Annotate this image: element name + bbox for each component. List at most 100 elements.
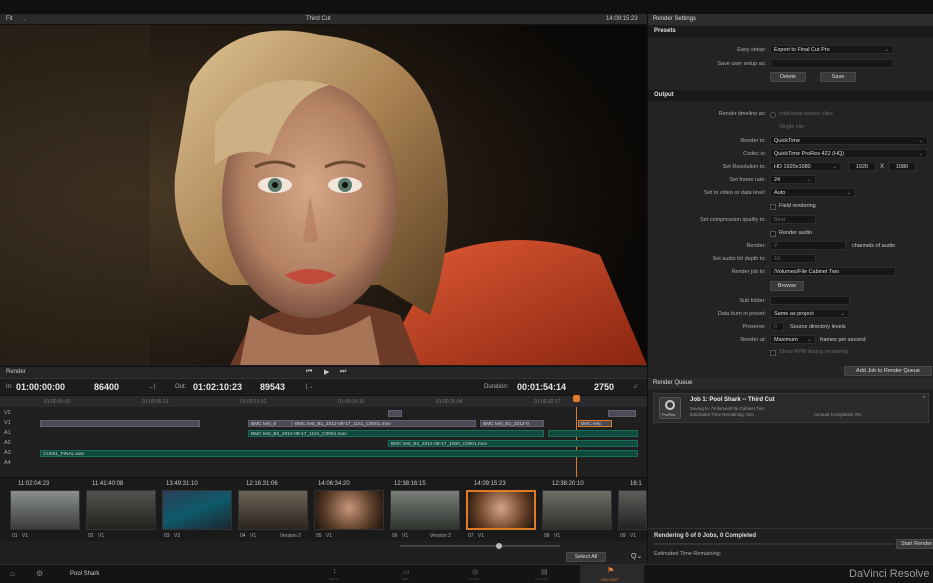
timecode-bar: In: 01:00:00:00 86400 →| Out: 01:02:10:2… [0,378,647,395]
in-label: In: [6,384,13,390]
gear-icon[interactable]: ⚙ [36,569,43,578]
preserve-input[interactable]: 0 [770,322,784,331]
clip-thumbnail[interactable] [390,490,460,530]
fit-dropdown[interactable]: Fit [6,16,13,22]
compression-label: Set compression quality to: [699,217,766,223]
fps-label: frames per second [820,337,866,343]
audio-channels-input[interactable]: 2 [770,241,846,250]
selected-video-clip[interactable]: BMC test [578,420,612,427]
clip-thumbnail[interactable] [86,490,156,530]
thumb-number: 02 [88,533,94,539]
thumb-number: 05 [316,533,322,539]
video-level-select[interactable]: Auto ⌄ [770,188,856,197]
compression-select[interactable]: Best [770,215,816,224]
video-clip[interactable]: BMC test_B1_2012-08-17_1141_C0001.mov [292,420,476,427]
title-strip [0,0,933,14]
burn-in-select[interactable]: Same as project ⌄ [770,309,850,318]
video-viewer[interactable] [0,25,647,365]
chevron-down-icon: ⌄ [918,151,923,157]
browse-button[interactable]: Browse [770,281,804,291]
out-timecode[interactable]: 01:02:10:23 [193,382,242,392]
single-clip-label[interactable]: Single clip [779,124,804,130]
timeline-ruler[interactable]: 01:00:00:00 01:00:06:13 01:00:13:02 01:0… [0,395,647,407]
out-label: Out: [175,384,187,390]
start-render-button[interactable]: Start Render [896,539,933,549]
gallery-page-button[interactable]: ▤ GALLERY [533,567,559,581]
media-page-button[interactable]: ↕ MEDIA [326,567,348,581]
resolution-select[interactable]: HD 1920x1080 ⌄ [770,162,842,171]
video-clip[interactable] [388,410,402,417]
field-rendering-checkbox[interactable] [770,204,776,210]
easy-setup-select[interactable]: Export to Final Cut Pro ⌄ [770,45,894,54]
clip-thumbnail[interactable] [542,490,612,530]
chevron-down-icon[interactable]: ⌄ [22,16,27,23]
render-to-label: Render to: [740,138,766,144]
thumb-timecode: 12:16:31:06 [246,481,278,487]
next-frame-icon[interactable]: ⏭ [340,368,346,376]
playhead-marker[interactable] [573,395,580,402]
preserve-label: Preserve: [742,324,766,330]
individual-clips-radio[interactable] [770,112,776,118]
selected-clip-thumbnail[interactable] [466,490,536,530]
edit-page-button[interactable]: ▭ EDIT [397,567,419,581]
zoom-slider-handle[interactable] [496,543,502,549]
codec-select[interactable]: QuickTime ProRes 422 (HQ) ⌄ [770,149,928,158]
app-window: Fit ⌄ Third Cut 14:09:15:23 Render Setti… [0,0,933,583]
select-all-button[interactable]: Select All [566,552,606,562]
clip-thumbnail[interactable] [10,490,80,530]
timeline-name[interactable]: Third Cut [306,16,331,22]
audio-clip[interactable]: BMC test_B1_2012-08-17_1141_C0001.mov [248,430,544,437]
clip-thumbnail[interactable] [314,490,384,530]
video-clip[interactable]: BMC test_B1_2012-0 [480,420,544,427]
ruler-tick: 01:00:13:02 [240,399,267,405]
chevron-down-icon: ⌄ [840,311,845,317]
video-clip[interactable]: BMC test_8 [248,420,292,427]
audio-clip[interactable]: CU001_FINAL.wav [40,450,638,457]
video-clip[interactable] [40,420,200,427]
audio-clip[interactable] [548,430,638,437]
search-icon[interactable]: Q⌄ [631,552,642,560]
audio-clip[interactable]: BMC test_B1_2012-08-17_1000_C0001.mov [388,440,638,447]
prev-frame-icon[interactable]: ⏮ [306,368,312,376]
render-audio-checkbox[interactable] [770,231,776,237]
in-timecode[interactable]: 01:00:00:00 [16,382,65,392]
add-job-button[interactable]: Add Job to Render Queue [844,366,932,376]
home-icon[interactable]: ⌂ [10,569,15,578]
mark-out-icon[interactable]: |→ [306,384,314,390]
mark-in-icon[interactable]: →| [148,384,156,390]
clip-thumbnail[interactable] [162,490,232,530]
audio-note-icon[interactable]: ♫ [633,384,638,390]
deliver-page-button[interactable]: ⚑ DELIVER [580,565,644,583]
zoom-slider[interactable] [400,545,560,547]
show-rpm-label: Show RPM during rendering [779,349,849,355]
sub-folder-input[interactable] [770,296,850,305]
chevron-down-icon: ⌄ [807,337,812,343]
output-header[interactable]: Output [648,90,933,101]
close-icon[interactable]: × [922,395,926,401]
presets-header[interactable]: Presets [648,26,933,37]
show-rpm-checkbox[interactable] [770,350,776,356]
play-icon[interactable]: ▶ [324,368,329,376]
render-status: Rendering 0 of 0 Jobs, 0 Completed [654,533,757,539]
clip-thumbnail[interactable] [618,490,647,530]
video-clip[interactable] [608,410,636,417]
resolution-width-input[interactable]: 1920 [848,162,876,171]
mode-dropdown[interactable]: Render [6,369,26,375]
frame-rate-label: Set frame rate: [729,177,766,183]
save-button[interactable]: Save [820,72,856,82]
render-settings-title: Render Settings [648,14,933,25]
timeline-tracks[interactable]: V2 V1 A1 A2 A3 A4 BMC test_8 BMC test_B1… [0,407,647,477]
delete-button[interactable]: Delete [770,72,806,82]
clip-thumbnail[interactable] [238,490,308,530]
frame-rate-select[interactable]: 24 ⌄ [770,175,816,184]
render-job-item[interactable]: ProRes Job 1: Pool Shark -- Third Cut Sa… [653,393,929,423]
render-job-path[interactable]: /Volumes/File Cabinet Two [770,267,896,276]
thumb-version: Version 2 [280,533,301,539]
resolution-label: Set Resolution to: [722,164,766,170]
color-page-button[interactable]: ◎ COLOR [465,567,487,581]
resolution-height-input[interactable]: 1080 [888,162,916,171]
render-at-select[interactable]: Maximum ⌄ [770,335,816,344]
render-to-select[interactable]: QuickTime ⌄ [770,136,928,145]
save-setup-input[interactable] [770,59,894,68]
bit-depth-select[interactable]: 16 [770,254,816,263]
